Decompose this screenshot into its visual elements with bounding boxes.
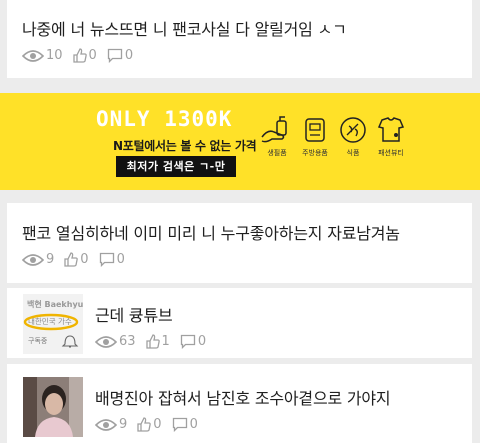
comment-count: 0 <box>197 334 207 349</box>
post-card[interactable]: 배명진아 잡혀서 남진호 조수아곁으로 가야지 9 0 0 <box>7 364 472 443</box>
views: 9 <box>95 417 127 432</box>
comments[interactable]: 0 <box>99 252 125 267</box>
eye-icon <box>22 49 44 62</box>
view-count: 10 <box>46 48 63 63</box>
hand-soap-icon <box>261 116 287 143</box>
like-count: 1 <box>161 334 170 349</box>
thumbnail-photo <box>23 377 83 437</box>
post-thumbnail[interactable]: 백현 Baekhyu 내한민국 가수 구독중 <box>23 294 83 354</box>
view-count: 9 <box>119 417 128 432</box>
banner-subline: N포털에서는 볼 수 없는 가격 <box>113 139 257 153</box>
comments[interactable]: 0 <box>172 417 198 432</box>
post-title[interactable]: 팬코 열심히하네 이미 미리 니 누구좋아하는지 자료남겨놈 <box>22 220 400 244</box>
likes[interactable]: 1 <box>145 334 170 349</box>
post-title[interactable]: 배명진아 잡혀서 남진호 조수아곁으로 가야지 <box>95 385 391 409</box>
comment-icon <box>99 252 114 267</box>
post-thumbnail[interactable] <box>23 377 83 437</box>
category-label: 패션뷰티 <box>378 149 404 157</box>
view-count: 9 <box>46 252 55 267</box>
thumbs-up-icon <box>137 417 152 432</box>
views: 10 <box>22 48 63 63</box>
comments[interactable]: 0 <box>107 48 133 63</box>
thumbnail-image: 백현 Baekhyu 내한민국 가수 구독중 <box>23 294 83 354</box>
comment-icon <box>107 48 122 63</box>
post-card[interactable]: 나중에 너 뉴스뜨면 니 팬코사실 다 알릴거임 ㅅㄱ 10 0 0 <box>7 0 472 78</box>
post-title[interactable]: 나중에 너 뉴스뜨면 니 팬코사실 다 알릴거임 ㅅㄱ <box>22 16 347 40</box>
eye-icon <box>95 418 117 431</box>
banner-headline: ONLY 1300K <box>96 107 233 131</box>
view-count: 63 <box>119 334 136 349</box>
eye-icon <box>22 253 44 266</box>
post-meta: 9 0 0 <box>22 252 135 267</box>
post-meta: 10 0 0 <box>22 48 143 63</box>
comment-count: 0 <box>116 252 125 267</box>
likes[interactable]: 0 <box>64 252 89 267</box>
thumbs-up-icon <box>64 252 79 267</box>
thumbs-up-icon <box>145 334 160 349</box>
clothes-icon <box>377 117 405 142</box>
post-card[interactable]: 팬코 열심히하네 이미 미리 니 누구좋아하는지 자료남겨놈 9 0 0 <box>7 203 472 283</box>
like-count: 0 <box>153 417 162 432</box>
comment-count: 0 <box>124 48 134 63</box>
views: 63 <box>95 334 136 349</box>
post-card[interactable]: 백현 Baekhyu 내한민국 가수 구독중 근데 큥튜브 63 1 0 <box>7 288 472 358</box>
post-title[interactable]: 근데 큥튜브 <box>95 302 173 326</box>
comment-icon <box>180 334 195 349</box>
post-meta: 63 1 0 <box>95 334 216 349</box>
ad-banner[interactable]: ONLY 1300K N포털에서는 볼 수 없는 가격 최저가 검색은 ㄱ-만 … <box>0 93 480 190</box>
views: 9 <box>22 252 54 267</box>
post-meta: 9 0 0 <box>95 417 208 432</box>
comment-icon <box>172 417 187 432</box>
banner-search-button[interactable]: 최저가 검색은 ㄱ-만 <box>116 156 236 177</box>
category-fashion[interactable]: 패션뷰티 <box>369 115 413 158</box>
thumb-text-1: 백현 Baekhyu <box>27 299 83 309</box>
thumbs-up-icon <box>72 48 87 63</box>
likes[interactable]: 0 <box>72 48 97 63</box>
like-count: 0 <box>88 48 97 63</box>
food-icon <box>340 117 366 143</box>
thumb-text-3: 구독중 <box>28 337 48 345</box>
likes[interactable]: 0 <box>137 417 162 432</box>
comments[interactable]: 0 <box>180 334 206 349</box>
like-count: 0 <box>80 252 89 267</box>
rice-cooker-icon <box>305 118 325 142</box>
comment-count: 0 <box>189 417 198 432</box>
eye-icon <box>95 335 117 348</box>
